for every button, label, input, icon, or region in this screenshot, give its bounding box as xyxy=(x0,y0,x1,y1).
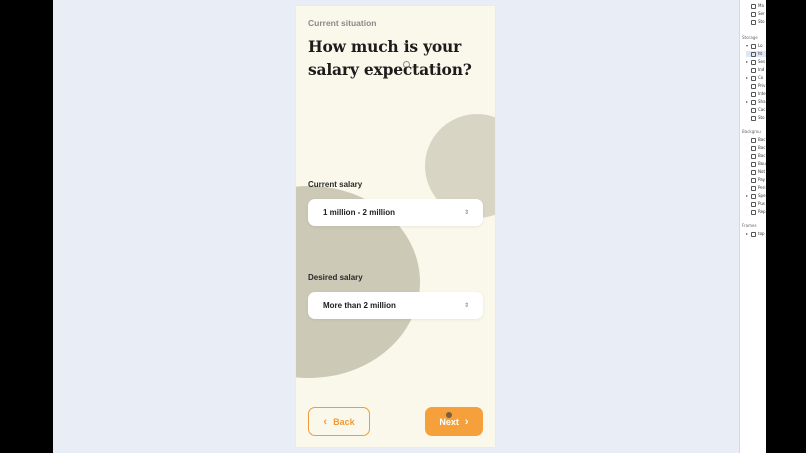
devtools-tree-item[interactable]: ▸ top xyxy=(746,231,766,237)
speculative-icon xyxy=(751,193,756,199)
window-edge xyxy=(766,0,806,453)
desired-salary-value: More than 2 million xyxy=(323,301,396,310)
page-title: How much is your salary expectation? xyxy=(308,37,472,79)
desired-salary-label: Desired salary xyxy=(308,273,363,282)
database-icon xyxy=(751,67,756,73)
devtools-tree-item[interactable]: ▾ Lo xyxy=(746,43,766,49)
devtools-tree-item[interactable]: Inte xyxy=(746,91,766,97)
pointer-cursor-icon xyxy=(446,412,452,418)
devtools-tree-item[interactable]: Peri xyxy=(746,185,766,191)
database-icon xyxy=(751,115,756,121)
devtools-section-storage: Storage xyxy=(742,35,758,40)
devtools-section-background: Backgrou xyxy=(742,129,761,134)
select-chevron-icon: ⇕ xyxy=(463,208,469,216)
devtools-tree-item[interactable]: Bac xyxy=(746,137,766,143)
bell-icon xyxy=(751,169,756,175)
current-salary-select[interactable]: 1 million - 2 million ⇕ xyxy=(308,199,483,226)
database-icon xyxy=(751,51,756,57)
devtools-tree-item[interactable]: ▸ Spe xyxy=(746,193,766,199)
current-salary-value: 1 million - 2 million xyxy=(323,208,396,217)
chevron-left-icon: ‹ xyxy=(323,415,328,428)
devtools-tree-item[interactable]: Not xyxy=(746,169,766,175)
section-eyebrow: Current situation xyxy=(308,18,377,28)
devtools-tree-item[interactable]: ▸ Sha xyxy=(746,99,766,105)
clock-icon xyxy=(751,185,756,191)
desired-salary-select[interactable]: More than 2 million ⇕ xyxy=(308,292,483,319)
file-icon xyxy=(751,3,756,9)
database-icon xyxy=(751,83,756,89)
sync-icon xyxy=(751,153,756,159)
devtools-tree-item[interactable]: Ser xyxy=(746,11,766,17)
current-salary-label: Current salary xyxy=(308,180,363,189)
devtools-tree-item[interactable]: Cac xyxy=(746,107,766,113)
devtools-tree-item[interactable]: ht xyxy=(746,51,766,57)
devtools-section-frames: Frames xyxy=(742,223,757,228)
next-button-label: Next xyxy=(439,416,459,427)
back-button[interactable]: ‹ Back xyxy=(308,407,370,436)
back-button-label: Back xyxy=(333,416,355,427)
gear-icon xyxy=(751,11,756,17)
select-chevron-icon: ⇕ xyxy=(463,301,469,309)
next-button[interactable]: Next › xyxy=(425,407,483,436)
devtools-tree-item[interactable]: Bou xyxy=(746,161,766,167)
devtools-tree-item[interactable]: Sto xyxy=(746,115,766,121)
frame-icon xyxy=(751,231,756,237)
chevron-right-icon: › xyxy=(464,415,469,428)
card-icon xyxy=(751,177,756,183)
database-icon xyxy=(751,137,756,143)
text-cursor-icon xyxy=(403,61,410,68)
grid-icon xyxy=(751,59,756,65)
devtools-application-panel: Ma Ser Sto Storage ▾ Lo ht ▸ Ses Ind ▸ Co P… xyxy=(739,0,766,453)
database-icon xyxy=(751,19,756,25)
database-icon xyxy=(751,91,756,97)
devtools-tree-item[interactable]: Pay xyxy=(746,177,766,183)
mobile-screen: Current situation How much is your salar… xyxy=(296,6,495,447)
devtools-tree-item[interactable]: Ind xyxy=(746,67,766,73)
devtools-tree-item[interactable]: Ma xyxy=(746,3,766,9)
devtools-tree-item[interactable]: Bac xyxy=(746,145,766,151)
devtools-tree-item[interactable]: Rep xyxy=(746,209,766,215)
devtools-tree-item[interactable]: Bac xyxy=(746,153,766,159)
fetch-icon xyxy=(751,145,756,151)
devtools-tree-item[interactable]: ▸ Co xyxy=(746,75,766,81)
cloud-icon xyxy=(751,201,756,207)
cookie-icon xyxy=(751,75,756,81)
database-icon xyxy=(751,161,756,167)
devtools-tree-item[interactable]: Sto xyxy=(746,19,766,25)
database-icon xyxy=(751,107,756,113)
grid-icon xyxy=(751,43,756,49)
database-icon xyxy=(751,99,756,105)
devtools-tree-item[interactable]: ▸ Ses xyxy=(746,59,766,65)
file-icon xyxy=(751,209,756,215)
devtools-tree-item[interactable]: Pus xyxy=(746,201,766,207)
devtools-tree-item[interactable]: Priv xyxy=(746,83,766,89)
